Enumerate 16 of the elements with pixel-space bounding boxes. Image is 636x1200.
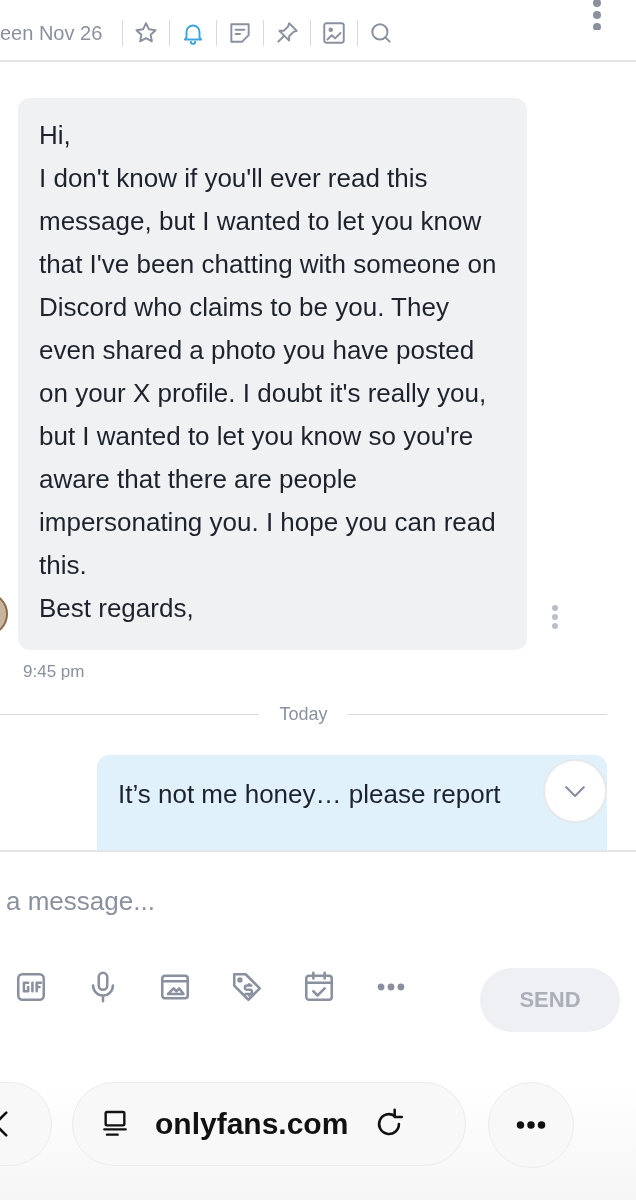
menu-icon[interactable]	[590, 0, 604, 30]
pin-icon[interactable]	[274, 20, 301, 46]
message-input[interactable]: a message...	[6, 886, 406, 917]
calendar-icon[interactable]	[302, 970, 336, 1004]
last-seen: een Nov 26	[0, 21, 104, 45]
address-bar[interactable]: onlyfans.com	[72, 1082, 466, 1166]
date-divider: Today	[279, 704, 328, 725]
image-icon[interactable]	[321, 20, 348, 46]
message-text: It’s not me honey… please report	[118, 778, 502, 811]
price-tag-icon[interactable]	[230, 970, 264, 1004]
message-text: I don't know if you'll ever read this message, but I wanted to let you know that I've been chatting with someone on Discord who claims to be you. They even shared a photo you have posted on your X profile. I doubt it's really you, but I wanted to let you know so you're aware that there are people impersonating you. I hope you can read this.	[39, 162, 498, 582]
message-text: Hi,	[39, 119, 72, 152]
message-text: Best regards,	[39, 592, 195, 625]
gif-icon[interactable]	[14, 970, 48, 1004]
url-text: onlyfans.com	[155, 1107, 349, 1141]
message-time: 9:45 pm	[23, 662, 85, 682]
